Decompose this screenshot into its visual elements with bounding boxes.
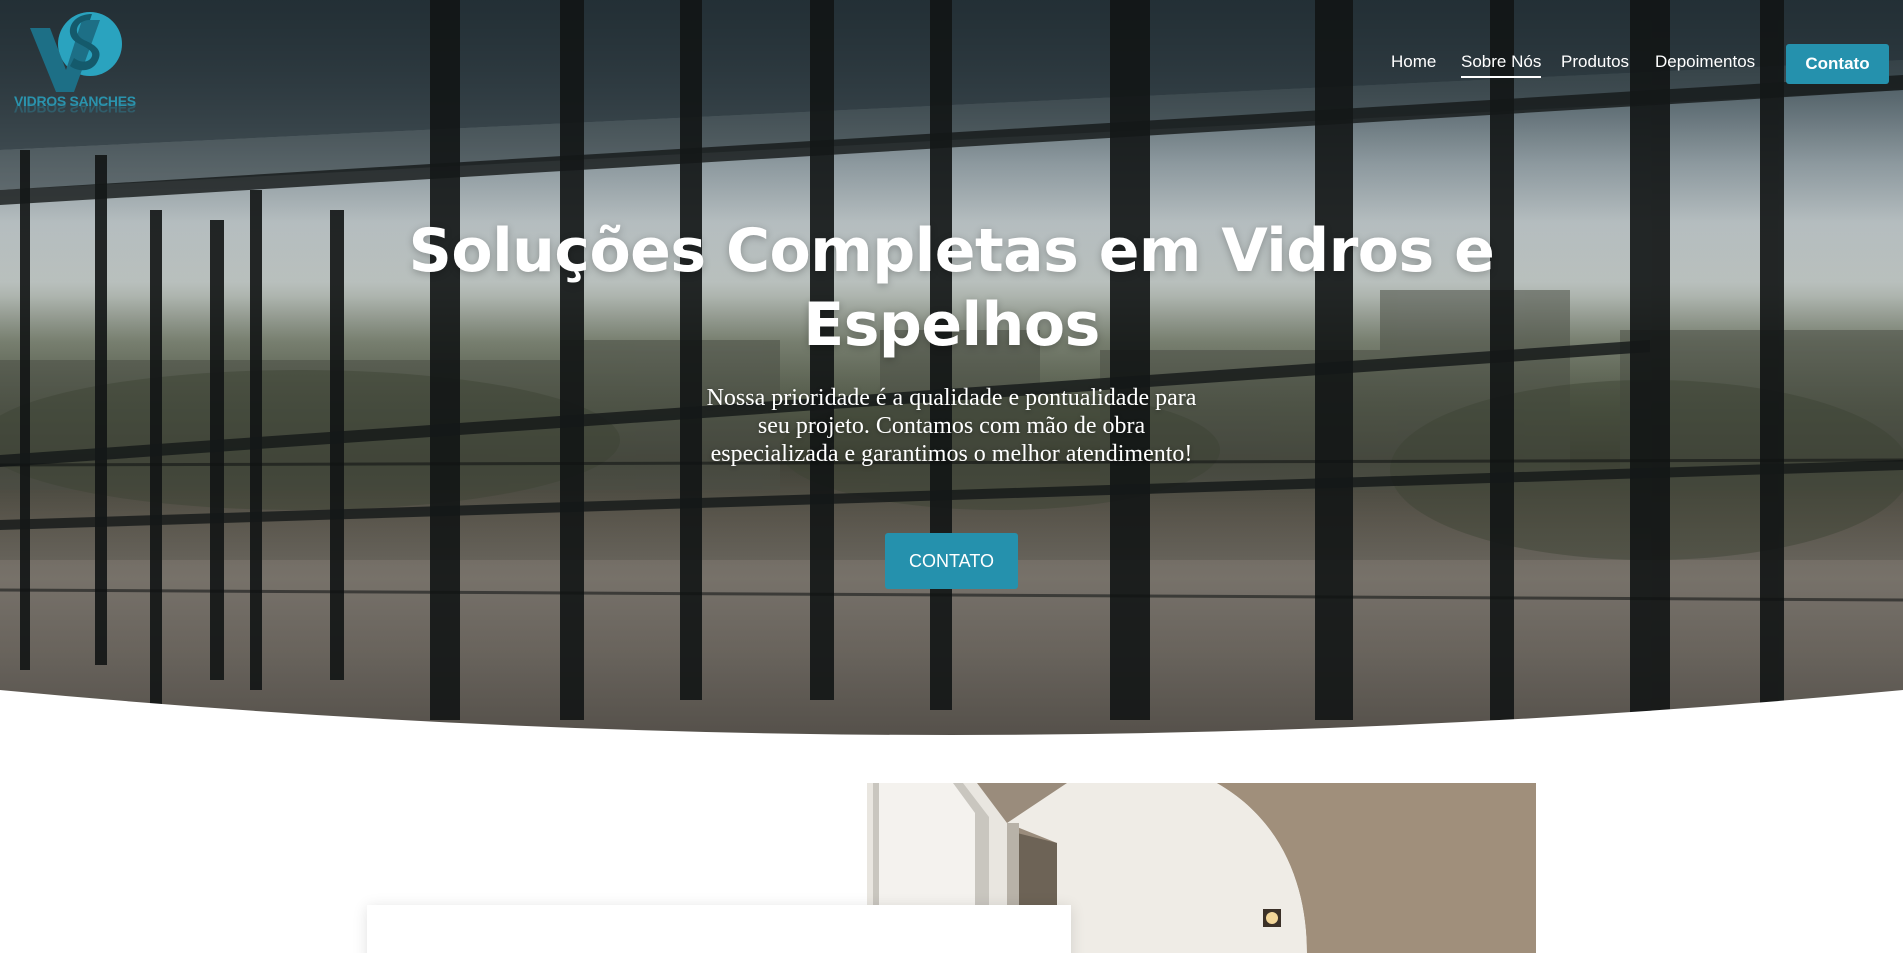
contato-hero-button[interactable]: CONTATO [885, 533, 1018, 589]
nav-sobre-nos[interactable]: Sobre Nós [1461, 52, 1542, 78]
contato-nav-button[interactable]: Contato [1786, 44, 1889, 84]
nav-depoimentos[interactable]: Depoimentos [1655, 52, 1755, 72]
nav-produtos[interactable]: Produtos [1561, 52, 1629, 72]
about-card [367, 905, 1071, 953]
hero-bottom-curve [0, 690, 1903, 742]
hero-title: Soluções Completas em Vidros e Espelhos [408, 216, 1495, 360]
brand-name-reflection: VIDROS SANCHES [14, 100, 136, 116]
hero-subtitle: Nossa prioridade é a qualidade e pontual… [706, 385, 1197, 467]
nav-home[interactable]: Home [1391, 52, 1436, 72]
hero-section: VIDROS SANCHES VIDROS SANCHES Home Sobre… [0, 0, 1903, 742]
